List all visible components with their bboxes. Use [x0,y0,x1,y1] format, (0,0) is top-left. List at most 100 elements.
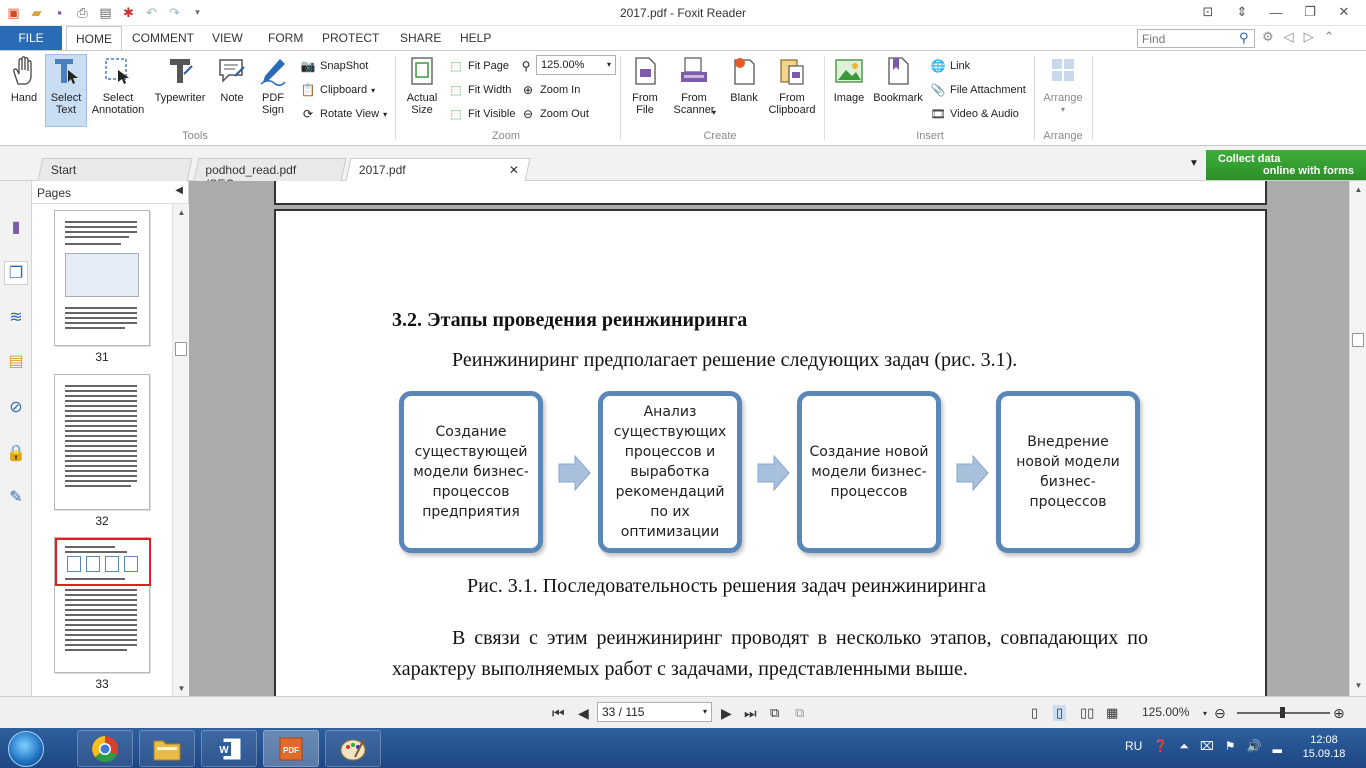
hand-tool-button[interactable]: Hand [6,55,42,104]
word-taskbar-button[interactable]: W [201,730,257,767]
page-number-input[interactable]: 33 / 115 ▾ [597,702,712,722]
scroll-down-icon[interactable]: ▼ [173,684,190,693]
restore-ribbon-icon[interactable]: ⇕ [1228,3,1256,21]
rotate-view-button[interactable]: ⟳ Rotate View ▾ [300,104,387,124]
collapse-ribbon-icon[interactable]: ⌃ [1324,29,1335,45]
fit-width-button[interactable]: ⬚ Fit Width [448,80,511,100]
fit-page-button[interactable]: ⬚ Fit Page [448,56,509,76]
continuous-facing-view-icon[interactable]: ▦ [1106,705,1118,721]
collect-data-banner[interactable]: Collect data online with forms [1206,150,1366,180]
tab-comment[interactable]: COMMENT [132,26,194,50]
close-tab-icon[interactable]: ✕ [509,163,519,177]
single-page-view-icon[interactable]: ▯ [1031,705,1038,721]
blank-button[interactable]: Blank [726,55,762,104]
previous-page-icon[interactable]: ◀ [578,705,589,722]
doc-tab-2017[interactable]: 2017.pdf ✕ [345,158,531,181]
status-zoom-value[interactable]: 125.00% [1142,705,1189,719]
document-scrollbar[interactable]: ▲ ▼ [1349,181,1366,696]
minimize-button[interactable]: — [1262,3,1290,21]
arrange-button[interactable]: Arrange ▾ [1040,55,1086,116]
ribbon-options-icon[interactable]: ⊡ [1194,3,1222,21]
doc-tab-podhod[interactable]: podhod_read.pdf (SEC... [193,158,347,191]
pages-scroll-thumb[interactable] [175,342,187,356]
file-attachment-button[interactable]: 📎 File Attachment [930,80,1026,100]
tab-protect[interactable]: PROTECT [322,26,379,50]
attachments-panel-icon[interactable]: ⊘ [4,395,28,419]
chrome-taskbar-button[interactable] [77,730,133,767]
tray-expand-icon[interactable]: ⏶ [1179,739,1189,754]
doc-scroll-down-icon[interactable]: ▼ [1350,681,1366,690]
pdf-page[interactable]: 3.2. Этапы проведения реинжиниринга Реин… [274,209,1267,696]
link-button[interactable]: 🌐 Link [930,56,971,76]
video-audio-button[interactable]: 🎞 Video & Audio [930,104,1019,124]
scroll-up-icon[interactable]: ▲ [173,208,190,217]
snapshot-button[interactable]: 📷 SnapShot [300,56,369,76]
fit-visible-button[interactable]: ⬚ Fit Visible [448,104,515,124]
collapse-panel-icon[interactable]: ◀ [175,185,183,196]
bookmark-button[interactable]: Bookmark [872,55,924,104]
zoom-select[interactable]: 125.00% ▾ [536,55,616,75]
from-scanner-button[interactable]: From Scanner ▾ [668,55,720,117]
select-annotation-button[interactable]: Select Annotation [90,55,146,116]
maximize-button[interactable]: ❐ [1296,3,1324,21]
security-lock-icon[interactable]: 🔒 [4,441,28,465]
zoom-out-button[interactable]: ⊖ Zoom Out [520,104,589,124]
previous-view-icon[interactable]: ⧉ [770,705,779,721]
explorer-taskbar-button[interactable] [139,730,195,767]
bookmarks-panel-icon[interactable]: ▮ [4,215,28,239]
tab-share[interactable]: SHARE [400,26,441,50]
first-page-icon[interactable]: ⏮ [552,705,565,722]
status-zoom-in-icon[interactable]: ⊕ [1333,705,1345,722]
search-icon[interactable]: ⚲ [1239,30,1249,46]
next-view-icon[interactable]: ⧉ [795,705,804,721]
back-arrow-icon[interactable]: ◁ [1284,29,1294,45]
document-view[interactable]: 3.2. Этапы проведения реинжиниринга Реин… [189,181,1349,696]
doc-scroll-up-icon[interactable]: ▲ [1350,185,1366,194]
network-icon[interactable]: ⌧ [1200,739,1214,754]
actual-size-button[interactable]: Actual Size [402,55,442,116]
start-button[interactable] [8,731,44,767]
status-zoom-out-icon[interactable]: ⊖ [1214,705,1226,722]
tab-help[interactable]: HELP [460,26,491,50]
image-button[interactable]: Image [830,55,868,104]
viewport-selection-box[interactable] [55,538,151,586]
layers-panel-icon[interactable]: ≋ [4,305,28,329]
forward-arrow-icon[interactable]: ▷ [1304,29,1314,45]
facing-view-icon[interactable]: ▯▯ [1080,705,1094,721]
find-input[interactable]: Find [1137,29,1255,48]
file-tab[interactable]: FILE [0,26,62,50]
page-thumbnail-32[interactable] [54,374,150,510]
taskbar-clock[interactable]: 12:08 15.09.18 [1294,733,1354,761]
clipboard-button[interactable]: 📋 Clipboard ▾ [300,80,376,100]
pages-panel-scrollbar[interactable]: ▲ ▼ [172,204,189,696]
typewriter-button[interactable]: Typewriter [150,55,210,104]
last-page-icon[interactable]: ⏭ [744,705,757,722]
note-button[interactable]: Note [214,55,250,104]
pages-panel-icon[interactable]: ❐ [4,261,28,285]
signal-icon[interactable]: ▂ [1272,739,1281,754]
next-page-icon[interactable]: ▶ [721,705,732,722]
settings-gear-icon[interactable]: ⚙ [1262,29,1274,45]
language-indicator[interactable]: RU [1125,739,1142,754]
paint-taskbar-button[interactable] [325,730,381,767]
from-clipboard-button[interactable]: From Clipboard [766,55,818,116]
select-text-button[interactable]: Select Text [45,54,87,127]
tab-form[interactable]: FORM [268,26,303,50]
flag-icon[interactable]: ⚑ [1225,739,1236,754]
tab-list-dropdown-icon[interactable]: ▼ [1189,158,1199,169]
continuous-view-icon[interactable]: ▯ [1053,705,1067,721]
status-zoom-dropdown-icon[interactable]: ▾ [1203,709,1207,718]
zoom-in-button[interactable]: ⊕ Zoom In [520,80,580,100]
zoom-slider-handle[interactable] [1280,707,1285,718]
page-thumbnail-31[interactable] [54,210,150,346]
tab-home[interactable]: HOME [66,26,122,51]
doc-tab-start[interactable]: Start [37,158,193,181]
signatures-panel-icon[interactable]: ✎ [4,485,28,509]
foxit-taskbar-button[interactable]: PDF [263,730,319,767]
help-icon[interactable]: ❓ [1153,739,1168,754]
from-file-button[interactable]: From File [626,55,664,116]
tab-view[interactable]: VIEW [212,26,243,50]
comments-panel-icon[interactable]: ▤ [4,349,28,373]
pdf-sign-button[interactable]: PDF Sign [255,55,291,116]
volume-icon[interactable]: 🔊 [1247,739,1262,754]
